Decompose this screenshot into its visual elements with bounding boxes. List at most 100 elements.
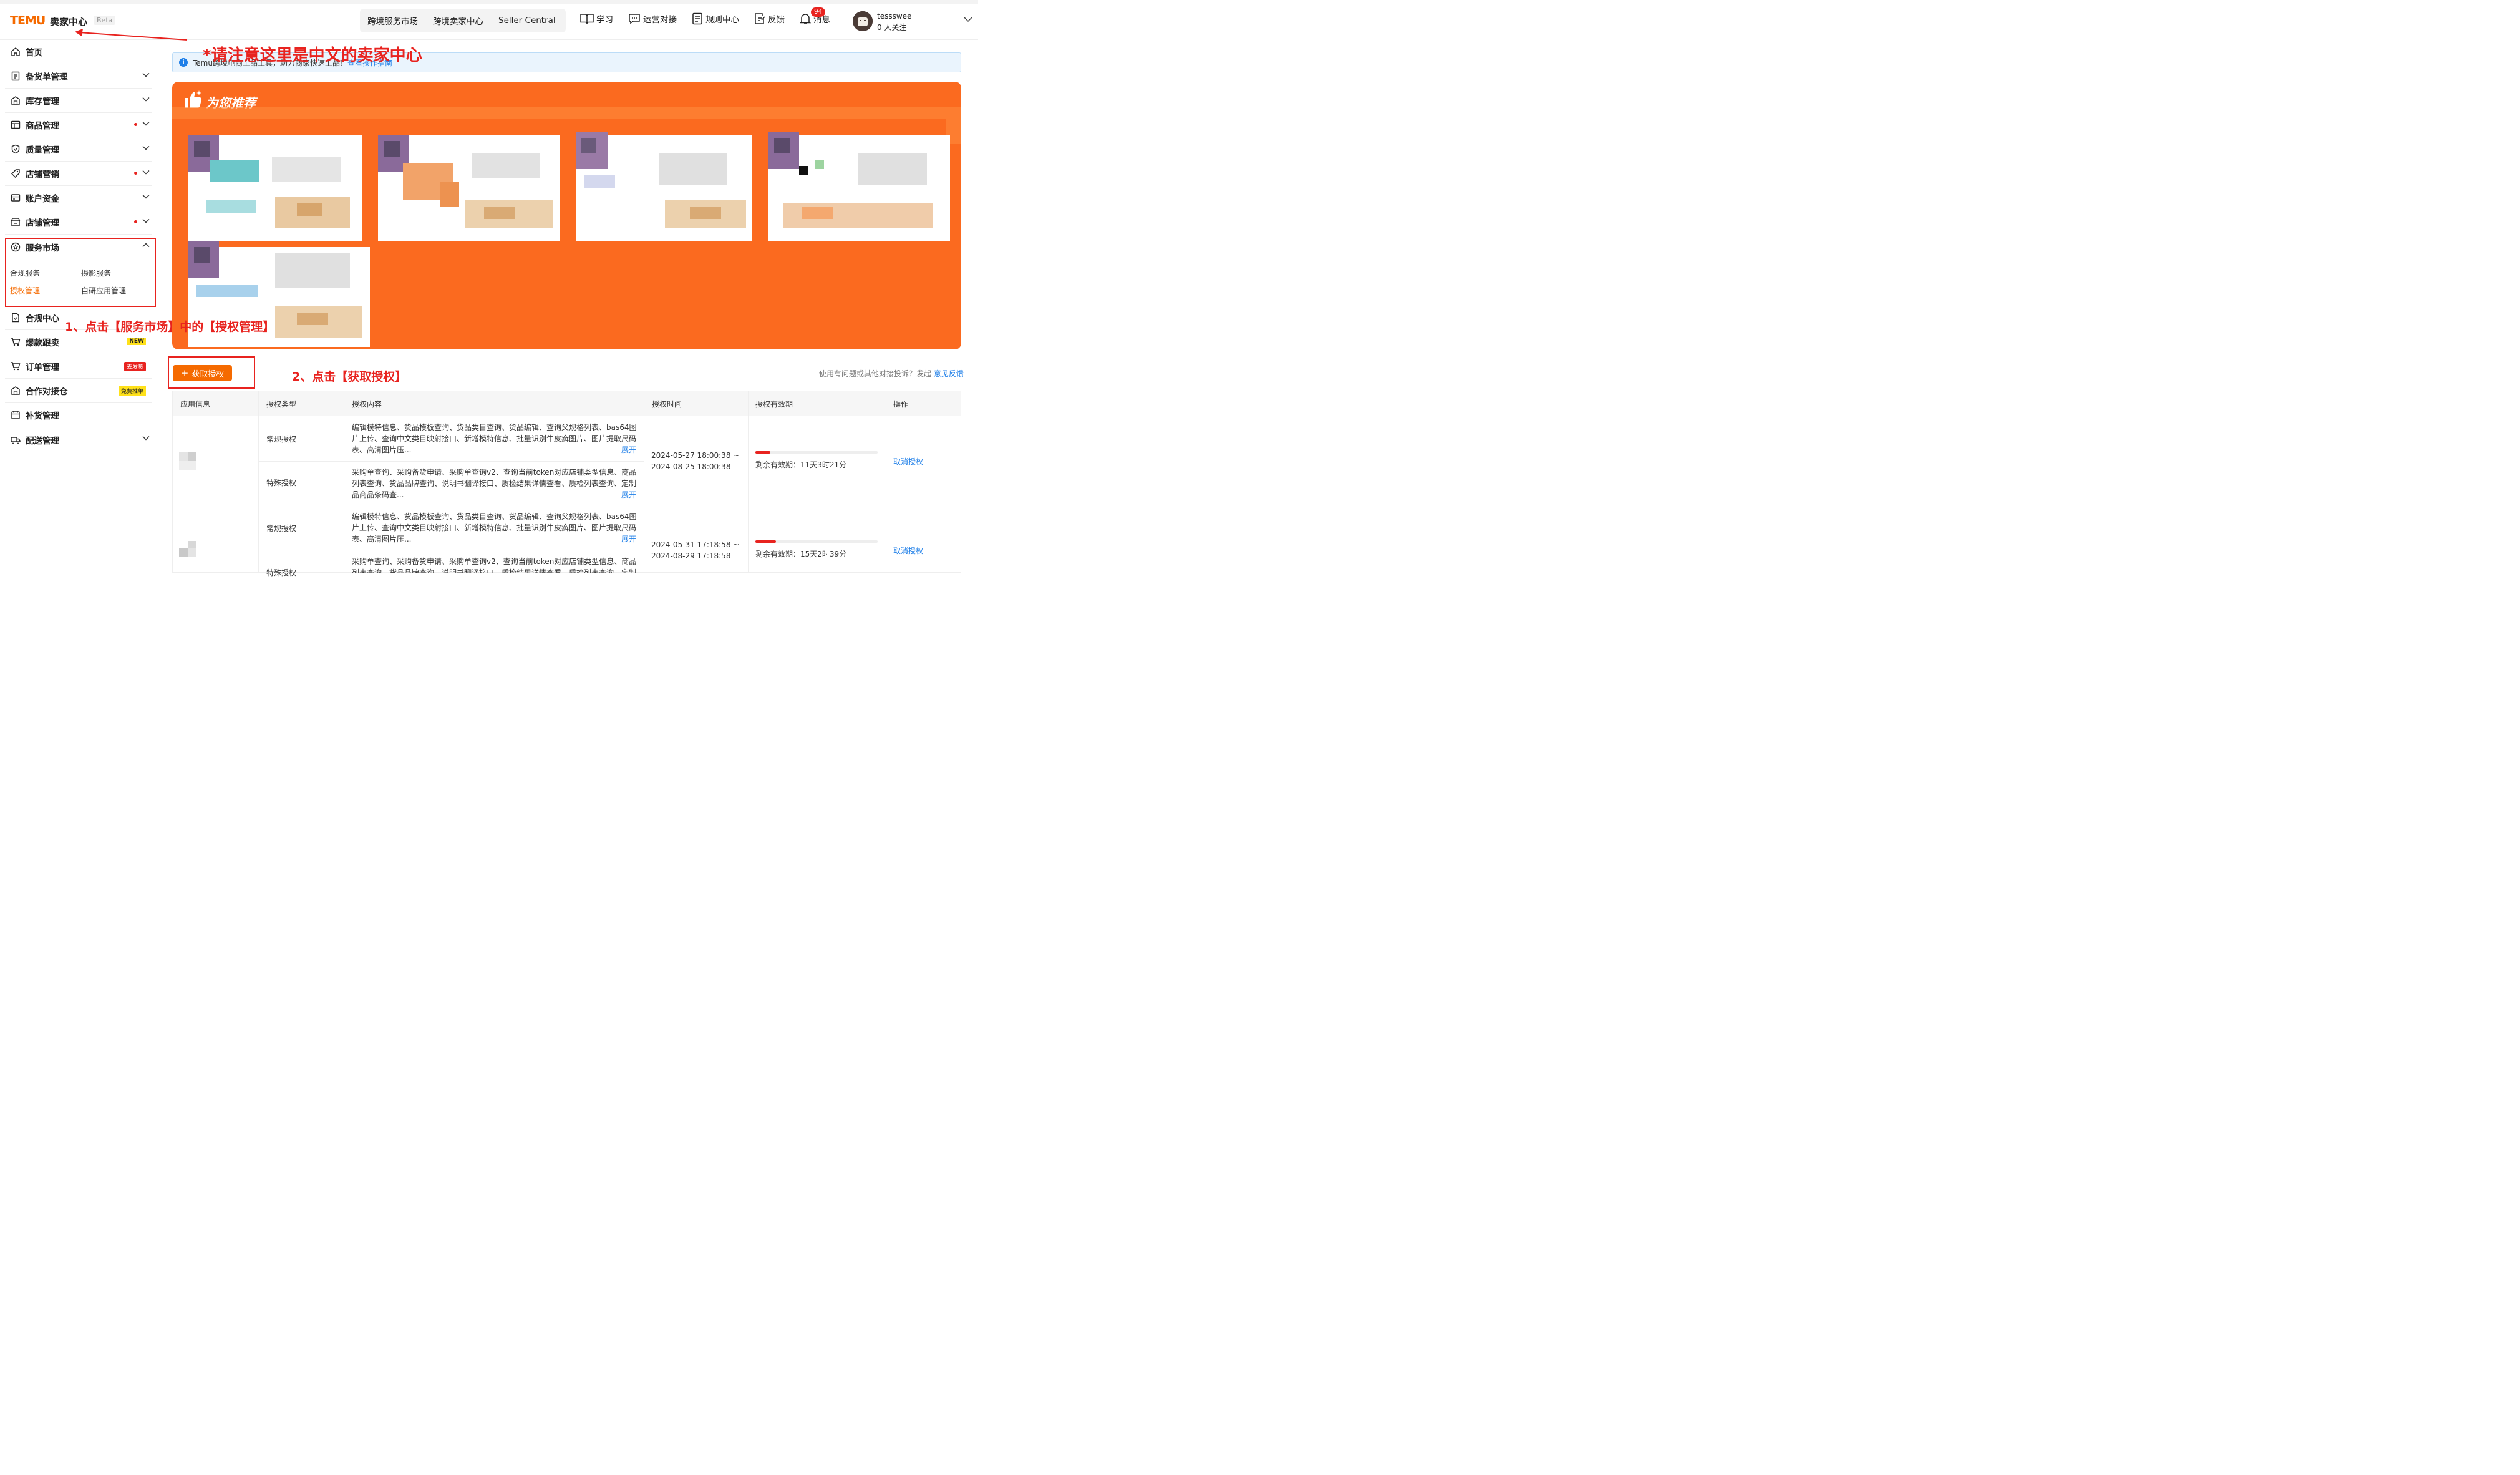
row1-validity-progress	[755, 451, 878, 454]
chevron-down-icon	[142, 436, 150, 441]
authorization-table: 应用信息 授权类型 授权内容 授权时间 授权有效期 操作 常规授权 编辑模特信息…	[172, 391, 962, 577]
feedback-hint-text: 使用有问题或其他对接投诉？发起	[819, 369, 932, 378]
annotation-arrow	[75, 29, 188, 41]
feedback-hint: 使用有问题或其他对接投诉？发起 意见反馈	[819, 368, 964, 379]
top-nav: 跨境服务市场 跨境卖家中心 Seller Central	[360, 9, 566, 32]
sidebar-item-label: 订单管理	[26, 363, 59, 372]
tool-feedback-label: 反馈	[768, 15, 785, 25]
notification-dot	[134, 220, 137, 223]
cart-icon	[11, 361, 21, 371]
document-icon	[11, 71, 21, 81]
row1-regular-content: 编辑模特信息、货品模板查询、货品类目查询、货品编辑、查询父规格列表、bas64图…	[352, 423, 637, 454]
annotation-chinese-seller-center: *请注意这里是中文的卖家中心	[203, 46, 422, 65]
sidebar-item-label: 补货管理	[26, 411, 59, 421]
truck-icon	[11, 435, 21, 445]
new-tag: NEW	[127, 338, 146, 345]
shield-check-icon	[11, 144, 21, 154]
rules-icon	[692, 12, 702, 25]
recommend-cards-pixelated[interactable]	[172, 82, 961, 349]
row2-special-type: 特殊授权	[266, 568, 297, 577]
chevron-down-icon	[142, 122, 150, 126]
sidebar-item-partner-warehouse[interactable]: 合作对接仓 免费推单	[5, 379, 152, 403]
row1-special-type: 特殊授权	[266, 479, 297, 487]
ship-tag: 去发货	[124, 362, 146, 371]
row1-validity-fill	[755, 451, 770, 454]
chevron-down-icon	[142, 219, 150, 223]
row1-special-content: 采购单查询、采购备货申请、采购单查询v2、查询当前token对应店铺类型信息、商…	[352, 468, 637, 499]
row1-special-expand[interactable]: 展开	[621, 489, 636, 500]
row1-regular-type: 常规授权	[266, 435, 297, 444]
tool-rules[interactable]: 规则中心	[692, 12, 739, 25]
nav-cross-border-service-market[interactable]: 跨境服务市场	[360, 14, 425, 27]
feedback-link[interactable]: 意见反馈	[934, 369, 964, 378]
sidebar-item-delivery[interactable]: 配送管理	[5, 427, 152, 452]
sidebar-item-account-funds[interactable]: 账户资金	[5, 186, 152, 210]
sidebar-item-stock-orders[interactable]: 备货单管理	[5, 64, 152, 89]
table-header: 应用信息 授权类型 授权内容 授权时间 授权有效期 操作	[173, 391, 961, 416]
tool-ops-label: 运营对接	[643, 15, 677, 25]
temu-logo[interactable]: TEMU	[10, 14, 46, 27]
chevron-down-icon	[142, 97, 150, 102]
nav-cross-border-seller-center[interactable]: 跨境卖家中心	[425, 14, 491, 27]
row1-regular-expand[interactable]: 展开	[621, 444, 636, 455]
annotation-step2: 2、点击【获取授权】	[292, 370, 407, 384]
sidebar-item-quality[interactable]: 质量管理	[5, 137, 152, 162]
sidebar-item-label: 店铺营销	[26, 170, 59, 180]
chevron-down-icon	[142, 195, 150, 199]
tool-feedback[interactable]: 反馈	[754, 12, 785, 25]
free-push-tag: 免费推单	[118, 386, 146, 396]
tag-icon	[11, 168, 21, 178]
tool-messages[interactable]: 消息 94	[800, 7, 830, 25]
col-auth-time: 授权时间	[652, 400, 682, 409]
app-logo-pixelated	[179, 452, 196, 470]
row2-revoke-button[interactable]: 取消授权	[893, 545, 923, 556]
sidebar-item-marketing[interactable]: 店铺营销	[5, 162, 152, 186]
top-strip	[0, 0, 978, 4]
message-count-badge: 94	[811, 7, 826, 17]
chevron-down-icon	[142, 146, 150, 150]
avatar-image	[853, 11, 873, 31]
sidebar-item-label: 爆款跟卖	[26, 338, 59, 348]
row1-validity-text: 剩余有效期：11天3时21分	[755, 460, 847, 469]
sidebar-item-products[interactable]: 商品管理	[5, 113, 152, 137]
sidebar-item-store[interactable]: 店铺管理	[5, 210, 152, 235]
row2-auth-time: 2024-05-31 17:18:58 ~ 2024-08-29 17:18:5…	[651, 540, 740, 560]
col-app-info: 应用信息	[180, 400, 211, 409]
row2-validity-progress	[755, 540, 878, 543]
nav-seller-central[interactable]: Seller Central	[491, 16, 563, 26]
row2-validity-fill	[755, 540, 777, 543]
sidebar-item-label: 账户资金	[26, 194, 59, 204]
avatar[interactable]	[853, 11, 873, 31]
sidebar-item-orders[interactable]: 订单管理 去发货	[5, 354, 152, 379]
col-auth-content: 授权内容	[352, 400, 382, 409]
row2-regular-type: 常规授权	[266, 524, 297, 533]
product-icon	[11, 120, 21, 130]
sidebar-item-label: 质量管理	[26, 145, 59, 155]
sidebar-item-inventory[interactable]: 库存管理	[5, 89, 152, 113]
tool-learn[interactable]: 学习	[580, 12, 613, 25]
sidebar-item-label: 配送管理	[26, 436, 59, 446]
home-icon	[11, 47, 21, 57]
info-icon: i	[179, 58, 188, 67]
user-name[interactable]: tessswee	[877, 12, 911, 21]
notification-dot	[134, 123, 137, 126]
row1-auth-time: 2024-05-27 18:00:38 ~ 2024-08-25 18:00:3…	[651, 451, 740, 471]
sidebar-item-label: 商品管理	[26, 121, 59, 131]
app-logo-pixelated	[179, 541, 196, 557]
annotation-step1: 1、点击【服务市场】中的【授权管理】	[65, 320, 275, 334]
sidebar-item-replenishment[interactable]: 补货管理	[5, 403, 152, 427]
chevron-down-icon[interactable]	[964, 16, 972, 22]
bell-icon	[800, 14, 811, 24]
col-auth-type: 授权类型	[266, 400, 297, 409]
book-icon	[580, 14, 594, 24]
warehouse-icon	[11, 386, 21, 396]
tool-ops[interactable]: 运营对接	[628, 12, 677, 25]
sidebar-item-label: 备货单管理	[26, 72, 68, 82]
store-icon	[11, 217, 21, 227]
chevron-down-icon	[142, 170, 150, 175]
feedback-icon	[755, 13, 765, 24]
notification-dot	[134, 172, 137, 175]
wallet-icon	[11, 193, 21, 203]
row1-revoke-button[interactable]: 取消授权	[893, 456, 923, 467]
row2-regular-expand[interactable]: 展开	[621, 533, 636, 544]
